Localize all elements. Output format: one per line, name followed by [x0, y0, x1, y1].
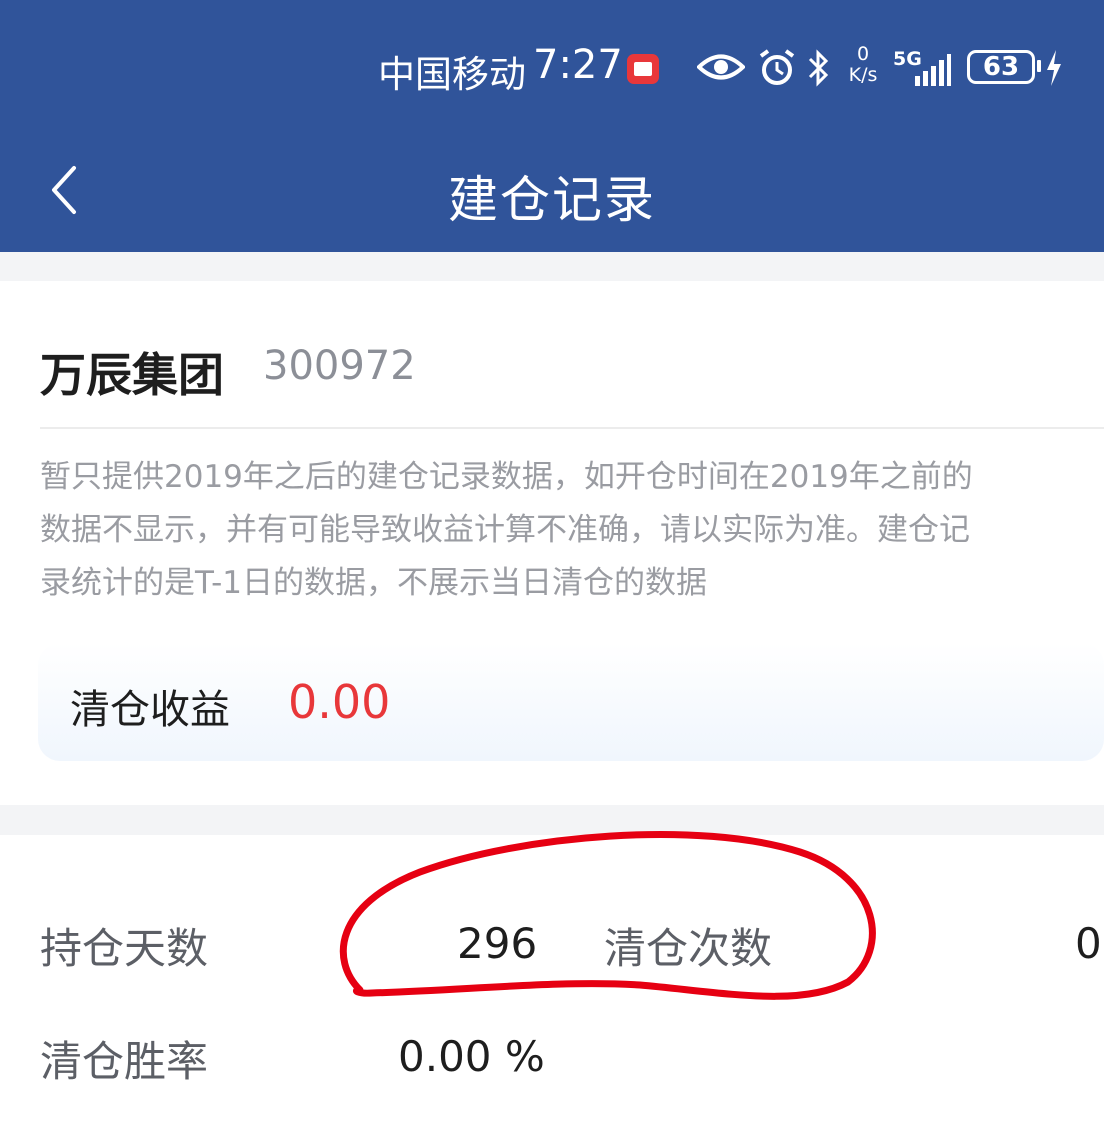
notice-text: 暂只提供2019年之后的建仓记录数据，如开仓时间在2019年之前的 数据不显示，…	[40, 451, 1104, 610]
bluetooth-icon	[808, 49, 829, 87]
divider	[40, 427, 1104, 429]
clear-count-value: 0	[1075, 919, 1102, 968]
stock-summary-card: 万辰集团 300972 暂只提供2019年之后的建仓记录数据，如开仓时间在201…	[0, 281, 1104, 805]
net-speed-indicator: 0 K/s	[848, 43, 878, 86]
stock-name: 万辰集团	[40, 348, 224, 402]
eye-icon	[697, 54, 745, 80]
holding-days-value: 296	[457, 919, 538, 968]
clear-profit-value: 0.00	[288, 675, 391, 729]
charging-icon	[1047, 50, 1061, 86]
carrier-name: 中国移动	[378, 53, 526, 96]
clear-profit-box: 清仓收益 0.00	[38, 643, 1104, 761]
signal-icon: 5G	[893, 46, 963, 90]
battery-tip	[1037, 60, 1041, 72]
clear-count-label: 清仓次数	[604, 924, 773, 973]
page-title: 建仓记录	[448, 171, 656, 229]
notice-line: 数据不显示，并有可能导致收益计算不准确，请以实际为准。建仓记	[40, 512, 970, 548]
status-bar: 中国移动 7:27 0 K/s 5G 63	[0, 0, 1104, 130]
stock-code: 300972	[263, 343, 416, 389]
holding-days-label: 持仓天数	[40, 924, 209, 973]
clear-profit-label: 清仓收益	[70, 687, 230, 733]
notice-line: 录统计的是T-1日的数据，不展示当日清仓的数据	[40, 565, 707, 601]
nav-bar: 建仓记录	[0, 130, 1104, 252]
alarm-icon	[759, 49, 795, 85]
app-header: 中国移动 7:27 0 K/s 5G 63 建仓记录	[0, 0, 1104, 252]
notice-line: 暂只提供2019年之后的建仓记录数据，如开仓时间在2019年之前的	[40, 459, 973, 495]
win-rate-label: 清仓胜率	[40, 1037, 209, 1086]
notification-icon	[627, 54, 659, 84]
battery-level: 63	[967, 50, 1035, 84]
status-time: 7:27	[533, 42, 623, 88]
win-rate-value: 0.00 %	[398, 1032, 545, 1081]
stats-card: 持仓天数 296 清仓次数 0 清仓胜率 0.00 %	[0, 835, 1104, 1139]
